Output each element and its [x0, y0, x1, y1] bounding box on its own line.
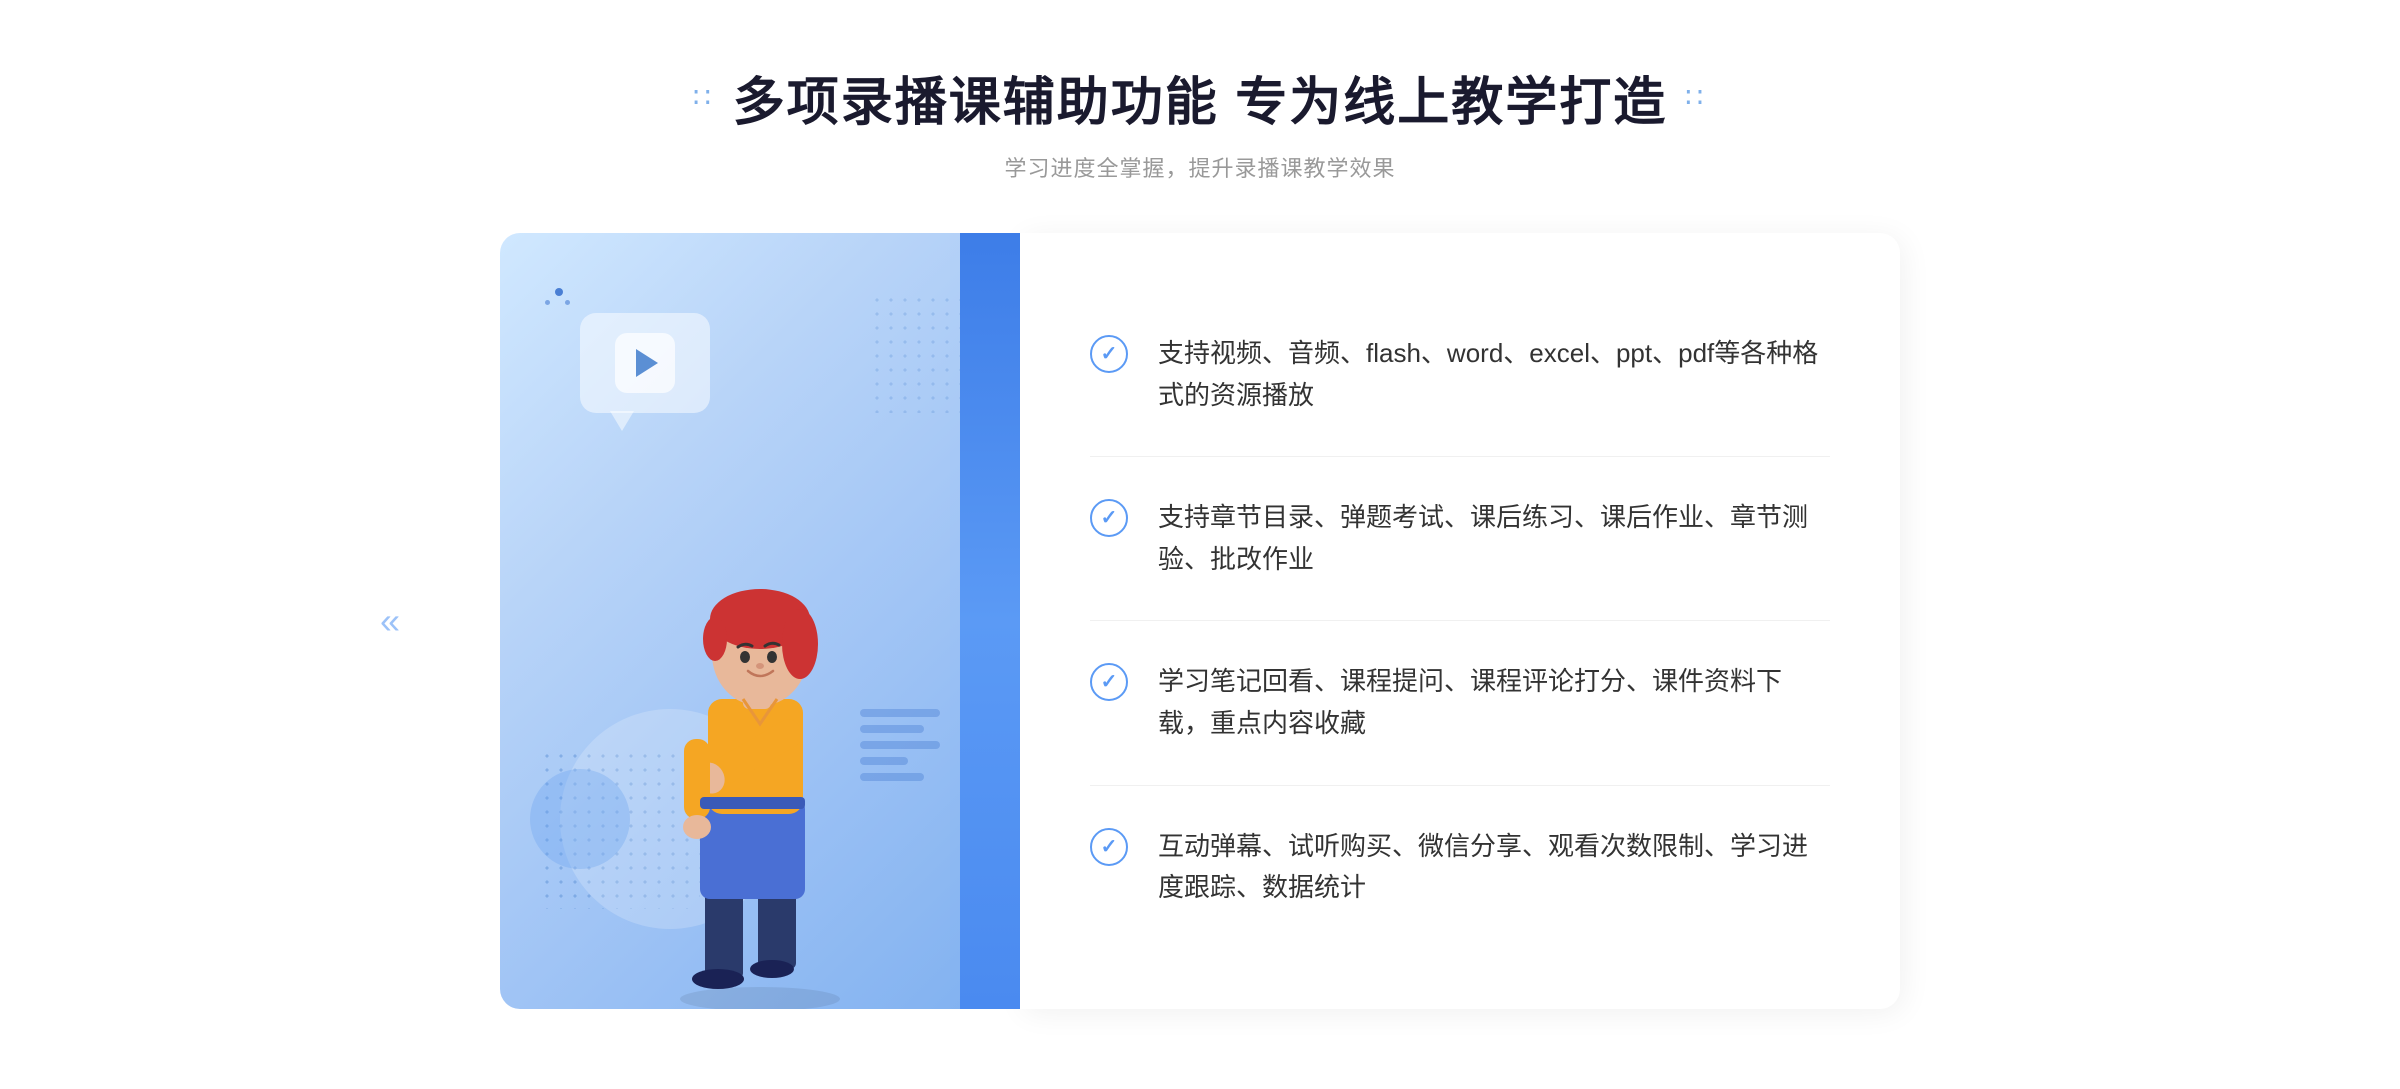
sparkle-dot-2 [545, 300, 550, 305]
sparkle-dot-3 [565, 300, 570, 305]
check-mark-4: ✓ [1101, 837, 1118, 857]
title-dots-left: ∷ [693, 81, 715, 114]
page-container: ∷ 多项录播课辅助功能 专为线上教学打造 ∷ 学习进度全掌握，提升录播课教学效果… [0, 0, 2400, 1089]
check-mark-1: ✓ [1101, 344, 1118, 364]
character-figure [600, 489, 920, 1009]
check-icon-3: ✓ [1090, 663, 1128, 701]
right-panel: ✓ 支持视频、音频、flash、word、excel、ppt、pdf等各种格式的资… [1020, 233, 1900, 1009]
feature-text-2: 支持章节目录、弹题考试、课后练习、课后作业、章节测验、批改作业 [1158, 497, 1830, 580]
play-triangle-icon [636, 349, 658, 377]
content-area: « [500, 233, 1900, 1009]
main-title: 多项录播课辅助功能 专为线上教学打造 [733, 60, 1667, 135]
play-icon-circle [615, 333, 675, 393]
check-icon-2: ✓ [1090, 499, 1128, 537]
header-section: ∷ 多项录播课辅助功能 专为线上教学打造 ∷ 学习进度全掌握，提升录播课教学效果 [693, 60, 1707, 183]
feature-item-3: ✓ 学习笔记回看、课程提问、课程评论打分、课件资料下载，重点内容收藏 [1090, 621, 1830, 785]
feature-item-4: ✓ 互动弹幕、试听购买、微信分享、观看次数限制、学习进度跟踪、数据统计 [1090, 786, 1830, 949]
check-mark-2: ✓ [1101, 508, 1118, 528]
feature-item-2: ✓ 支持章节目录、弹题考试、课后练习、课后作业、章节测验、批改作业 [1090, 457, 1830, 621]
chevron-left-icon: « [380, 600, 400, 641]
feature-text-3: 学习笔记回看、课程提问、课程评论打分、课件资料下载，重点内容收藏 [1158, 661, 1830, 744]
title-dots-right: ∷ [1685, 81, 1707, 114]
sparkle-dot-1 [555, 288, 563, 296]
chat-bubble [580, 313, 710, 413]
feature-item-1: ✓ 支持视频、音频、flash、word、excel、ppt、pdf等各种格式的资… [1090, 293, 1830, 457]
subtitle: 学习进度全掌握，提升录播课教学效果 [1004, 151, 1395, 183]
check-icon-4: ✓ [1090, 828, 1128, 866]
left-chevrons: « [380, 600, 400, 642]
title-row: ∷ 多项录播课辅助功能 专为线上教学打造 ∷ [693, 60, 1707, 135]
blue-accent-bar [960, 233, 1020, 1009]
feature-text-4: 互动弹幕、试听购买、微信分享、观看次数限制、学习进度跟踪、数据统计 [1158, 826, 1830, 909]
features-container: ✓ 支持视频、音频、flash、word、excel、ppt、pdf等各种格式的资… [1090, 293, 1830, 949]
left-illustration [500, 233, 1020, 1009]
feature-text-1: 支持视频、音频、flash、word、excel、ppt、pdf等各种格式的资源… [1158, 333, 1830, 416]
check-mark-3: ✓ [1101, 672, 1118, 692]
check-icon-1: ✓ [1090, 335, 1128, 373]
